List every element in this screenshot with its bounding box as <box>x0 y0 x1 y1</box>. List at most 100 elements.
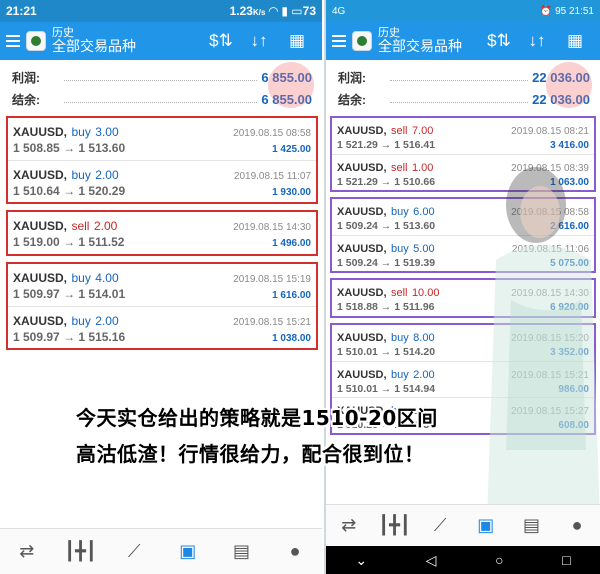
recents-icon[interactable]: □ <box>562 552 570 568</box>
dotted-leader <box>390 73 529 81</box>
trade-row[interactable]: XAUUSD, buy 6.00 2019.08.15 08:58 1 509.24… <box>332 199 594 235</box>
trade-row[interactable]: XAUUSD, buy 5.00 2019.08.15 11:06 1 509.24… <box>332 235 594 271</box>
trade-row[interactable]: XAUUSD, sell 2.00 2019.08.15 14:30 1 519.0… <box>8 212 316 254</box>
chat-icon[interactable]: ● <box>279 537 311 567</box>
chat-icon[interactable]: ● <box>561 511 593 541</box>
trade-prices: 1 518.88 → 1 511.96 <box>337 301 435 313</box>
home-icon[interactable]: ○ <box>495 552 503 568</box>
news-icon[interactable]: ▤ <box>515 511 547 541</box>
trade-side: buy <box>71 167 91 182</box>
arrow-right-icon: → <box>380 220 392 232</box>
trade-icon[interactable]: ⟋ <box>424 511 456 541</box>
trade-side: sell <box>390 125 408 137</box>
chevron-down-icon[interactable]: ⌄ <box>355 552 367 569</box>
trade-row[interactable]: XAUUSD, buy 4.00 2019.08.15 15:19 1 509.97… <box>8 264 316 306</box>
history-icon[interactable]: ▣ <box>470 511 502 541</box>
trade-title: XAUUSD, buy 3.00 <box>13 123 119 141</box>
trade-time: 2019.08.15 14:30 <box>233 222 311 233</box>
open-price: 1 509.97 <box>13 329 60 344</box>
history-icon[interactable]: ▣ <box>172 537 204 567</box>
trade-symbol: XAUUSD, <box>337 125 387 137</box>
trade-group: XAUUSD, sell 7.00 2019.08.15 08:21 1 521.2… <box>330 116 596 192</box>
trade-time: 2019.08.15 15:21 <box>511 369 589 381</box>
sort-icon[interactable]: ↓↑ <box>240 31 278 51</box>
trade-side: sell <box>71 219 90 233</box>
close-price: 1 515.16 <box>78 329 126 344</box>
open-price: 1 521.29 <box>337 175 378 188</box>
menu-icon[interactable] <box>6 35 20 47</box>
trade-profit: 1 063.00 <box>550 176 589 188</box>
app-bar: 历史 全部交易品种 $⇅ ↓↑ ▦ <box>326 22 600 60</box>
trade-icon[interactable]: ⟋ <box>118 537 150 567</box>
balance-row: 结余: 6 855.00 <box>12 88 312 110</box>
trade-lots: 2.00 <box>413 368 435 381</box>
trade-lots: 6.00 <box>413 206 435 218</box>
page-subtitle[interactable]: 全部交易品种 <box>378 38 480 54</box>
trade-row[interactable]: XAUUSD, sell 7.00 2019.08.15 08:21 1 521.2… <box>332 118 594 154</box>
trade-time: 2019.08.15 15:21 <box>233 316 311 328</box>
quotes-icon[interactable]: ⇄ <box>333 511 365 541</box>
open-price: 1 509.24 <box>337 220 378 232</box>
summary: 利润: 22 036.00 结余: 22 036.00 <box>326 60 600 110</box>
trade-row[interactable]: XAUUSD, sell 1.00 2019.08.15 08:39 1 521.2… <box>332 154 594 190</box>
trade-time: 2019.08.15 14:30 <box>511 288 589 299</box>
trade-side: buy <box>390 242 409 255</box>
trade-row[interactable]: XAUUSD, buy 2.00 2019.08.15 11:07 1 510.64… <box>8 160 316 202</box>
trade-row[interactable]: XAUUSD, buy 3.00 2019.08.15 08:58 1 508.85… <box>8 118 316 160</box>
trade-group: XAUUSD, buy 3.00 2019.08.15 08:58 1 508.85… <box>6 116 318 204</box>
calendar-icon[interactable]: ▦ <box>278 31 316 51</box>
trade-title: XAUUSD, buy 2.00 <box>13 312 119 330</box>
trade-row[interactable]: XAUUSD, buy 2.00 2019.08.15 15:21 1 509.97… <box>8 306 316 348</box>
trade-lots: 10.00 <box>411 287 440 299</box>
open-price: 1 509.97 <box>13 287 60 301</box>
open-price: 1 510.64 <box>13 183 60 198</box>
close-price: 1 520.29 <box>78 183 126 198</box>
back-icon[interactable]: ◁ <box>426 552 437 569</box>
trade-prices: 1 510.01 → 1 514.94 <box>337 383 435 395</box>
news-icon[interactable]: ▤ <box>225 537 257 567</box>
quotes-icon[interactable]: ⇄ <box>11 537 43 567</box>
trade-title: XAUUSD, sell 7.00 <box>337 121 433 139</box>
page-subtitle[interactable]: 全部交易品种 <box>52 38 202 54</box>
open-price: 1 508.85 <box>13 141 60 155</box>
close-price: 1 519.39 <box>394 256 436 269</box>
signal-label: 4G <box>332 5 346 17</box>
close-price: 1 510.66 <box>394 175 436 188</box>
status-time: 21:51 <box>568 5 594 17</box>
caption-line-2: 高沽低渣！行情很给力，配合很到位！ <box>76 442 425 466</box>
trade-profit: 6 920.00 <box>550 302 589 313</box>
trade-row[interactable]: XAUUSD, buy 8.00 2019.08.15 15:20 1 510.01… <box>332 325 594 361</box>
profit-label: 利润: <box>338 70 366 85</box>
trade-symbol: XAUUSD, <box>337 368 387 381</box>
chart-candles-icon[interactable]: ┃╋┃ <box>378 511 411 541</box>
network-speed: 1.23 <box>229 4 253 18</box>
trade-lots: 3.00 <box>95 125 119 139</box>
trade-time: 2019.08.15 08:58 <box>233 128 311 139</box>
arrow-right-icon: → <box>63 141 76 155</box>
arrow-right-icon: → <box>380 346 392 358</box>
menu-icon[interactable] <box>332 35 346 47</box>
trade-row[interactable]: XAUUSD, buy 2.00 2019.08.15 15:21 1 510.01… <box>332 361 594 397</box>
arrow-right-icon: → <box>63 287 76 301</box>
bottom-nav: ⇄ ┃╋┃ ⟋ ▣ ▤ ● <box>326 504 600 546</box>
battery-icon: ▭ <box>291 4 303 18</box>
left-screenshot: 21:21 1.23K/s ◠ ▮ ▭73 历史 全部交易品种 $⇅ ↓↑ ▦ … <box>0 0 322 574</box>
trade-group: XAUUSD, buy 4.00 2019.08.15 15:19 1 509.97… <box>6 262 318 350</box>
trade-row[interactable]: XAUUSD, sell 10.00 2019.08.15 14:30 1 518.… <box>332 280 594 316</box>
summary: 利润: 6 855.00 结余: 6 855.00 <box>0 60 322 110</box>
trade-time: 2019.08.15 08:58 <box>511 207 589 218</box>
seal-stamp <box>546 62 592 108</box>
calendar-icon[interactable]: ▦ <box>556 31 594 51</box>
trade-prices: 1 510.01 → 1 514.20 <box>337 346 435 358</box>
currency-exchange-icon[interactable]: $⇅ <box>480 31 518 51</box>
currency-exchange-icon[interactable]: $⇅ <box>202 31 240 51</box>
open-price: 1 521.29 <box>337 139 378 151</box>
trade-time: 2019.08.15 08:21 <box>511 126 589 137</box>
dotted-leader <box>64 73 258 81</box>
trade-group: XAUUSD, buy 6.00 2019.08.15 08:58 1 509.24… <box>330 197 596 273</box>
trade-prices: 1 521.29 → 1 510.66 <box>337 176 435 188</box>
network-unit: K/s <box>252 8 266 17</box>
sort-icon[interactable]: ↓↑ <box>518 31 556 51</box>
arrow-right-icon: → <box>380 175 392 188</box>
chart-candles-icon[interactable]: ┃╋┃ <box>64 537 97 567</box>
